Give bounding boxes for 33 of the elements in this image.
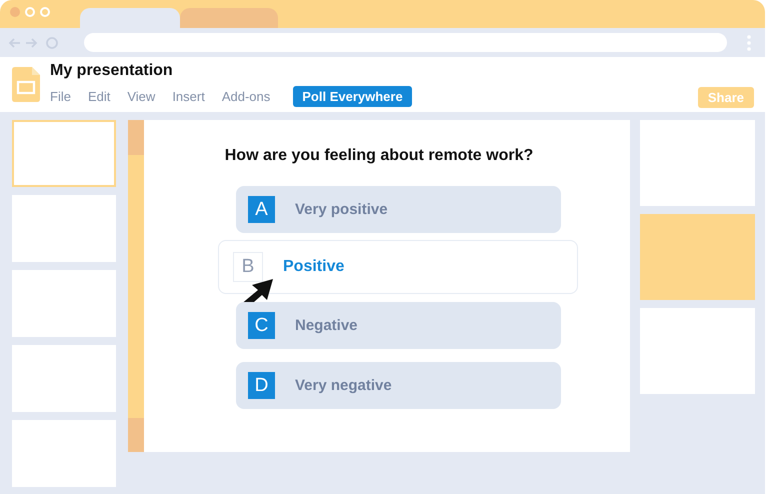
option-letter: D bbox=[248, 372, 275, 399]
option-label: Positive bbox=[283, 258, 344, 276]
slide-thumbnail[interactable] bbox=[12, 120, 116, 187]
menu-item[interactable]: View bbox=[127, 89, 164, 104]
option-label: Very positive bbox=[295, 201, 388, 218]
slide-thumbnail[interactable] bbox=[12, 345, 116, 412]
option-label: Very negative bbox=[295, 377, 392, 394]
menu-item[interactable]: Edit bbox=[88, 89, 118, 104]
option-letter: A bbox=[248, 196, 275, 223]
answer-option[interactable]: A Very positive bbox=[236, 186, 561, 233]
option-label: Negative bbox=[295, 317, 358, 334]
browser-tab[interactable] bbox=[180, 8, 278, 28]
menu-item[interactable]: File bbox=[50, 89, 79, 104]
browser-tab[interactable] bbox=[80, 8, 180, 28]
answer-option[interactable]: B Positive bbox=[218, 240, 578, 294]
answer-option[interactable]: C Negative bbox=[236, 302, 561, 349]
slides-document-icon bbox=[12, 67, 40, 102]
option-letter: B bbox=[233, 252, 263, 282]
window-dot[interactable] bbox=[25, 7, 35, 17]
window-dot[interactable] bbox=[40, 7, 50, 17]
slide-thumbnail[interactable] bbox=[12, 420, 116, 487]
menu-item[interactable]: Insert bbox=[172, 89, 213, 104]
slide-thumbnail[interactable] bbox=[12, 195, 116, 262]
answer-option[interactable]: D Very negative bbox=[236, 362, 561, 409]
window-dot[interactable] bbox=[10, 7, 20, 17]
navigation-icon[interactable] bbox=[8, 36, 60, 50]
poll-question: How are you feeling about remote work? bbox=[224, 147, 534, 165]
menu-item[interactable]: Poll Everywhere bbox=[293, 86, 412, 107]
presentation-title: My presentation bbox=[50, 62, 174, 80]
menu-item[interactable]: Add-ons bbox=[222, 89, 278, 104]
option-letter: C bbox=[248, 312, 275, 339]
address-bar[interactable] bbox=[84, 33, 727, 52]
slide-thumbnail[interactable] bbox=[12, 270, 116, 337]
